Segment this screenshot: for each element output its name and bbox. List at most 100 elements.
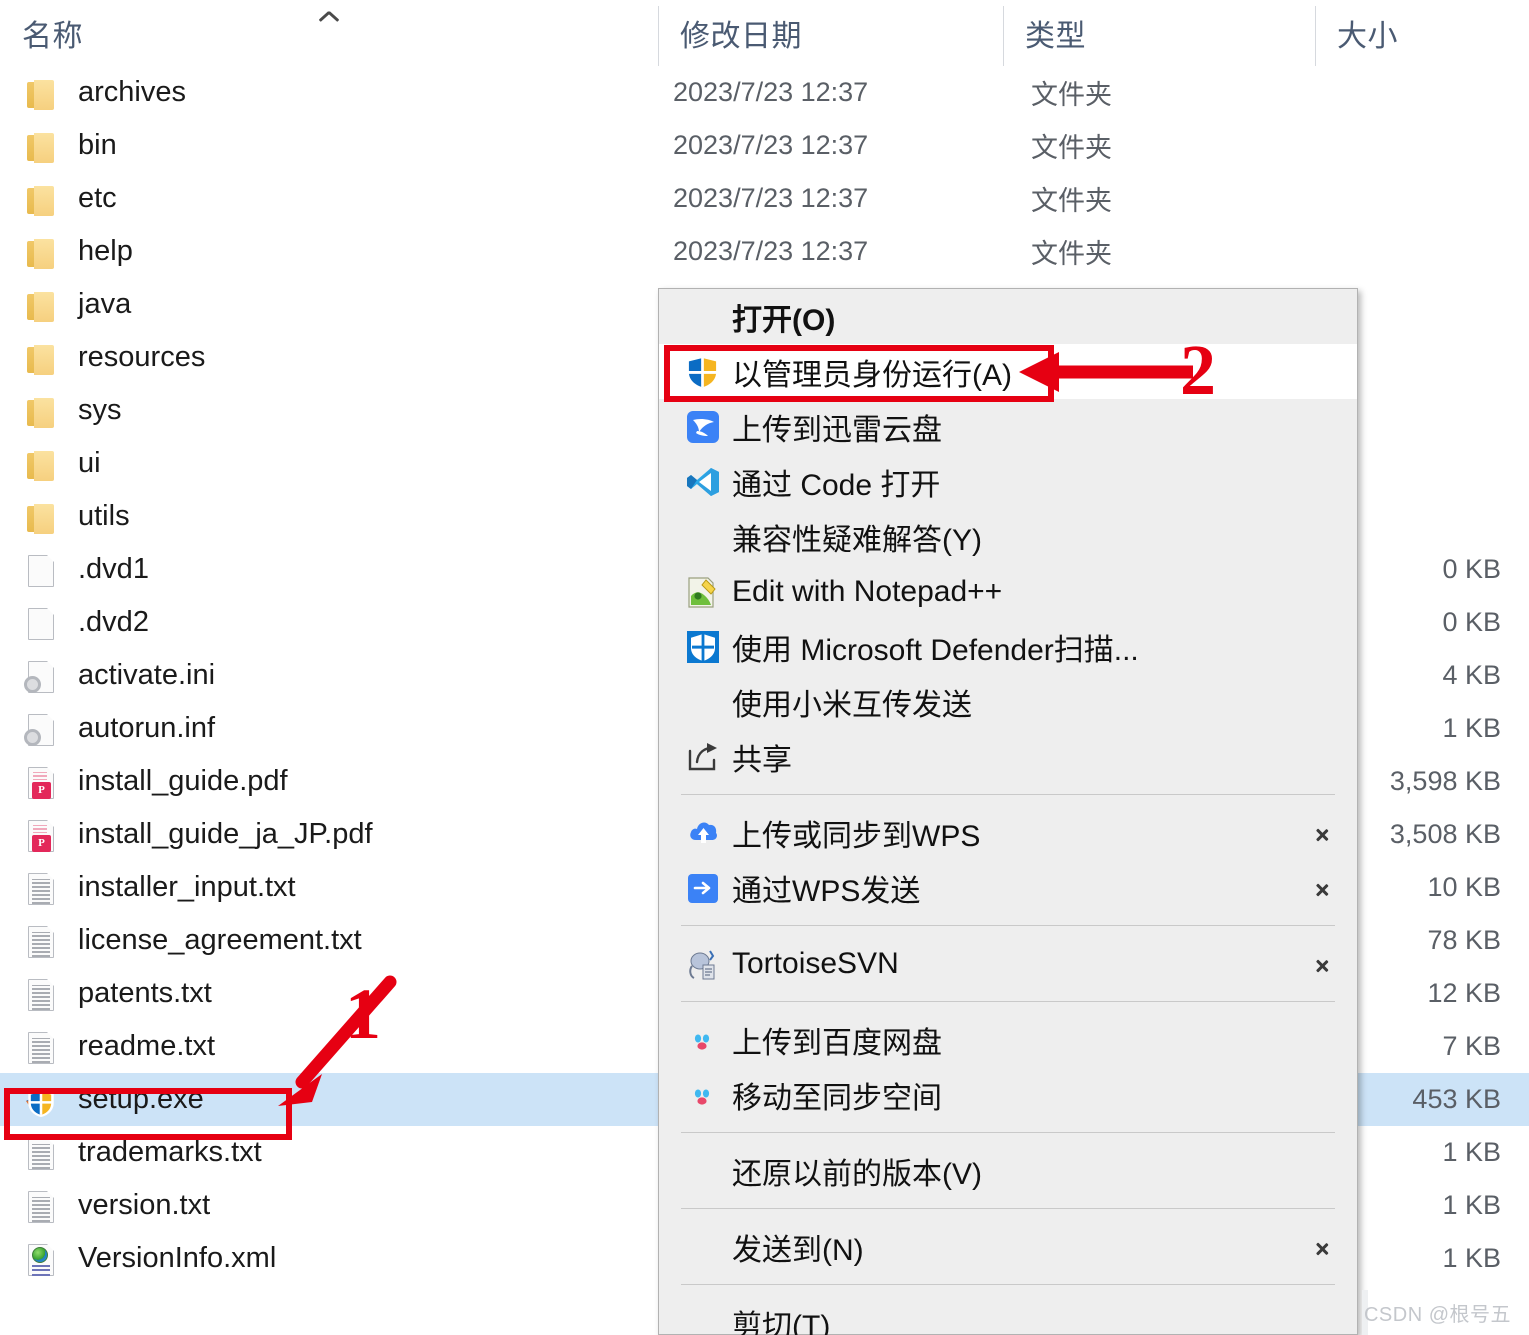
xml-file-icon (24, 1240, 58, 1278)
menu-item[interactable]: 通过 Code 打开 (659, 454, 1357, 509)
menu-item[interactable]: 还原以前的版本(V) (659, 1143, 1357, 1198)
file-name-cell[interactable]: bin (0, 119, 658, 172)
file-name-label: version.txt (78, 1189, 211, 1221)
file-name-cell[interactable]: Pinstall_guide.pdf (0, 755, 658, 808)
file-name-cell[interactable]: resources (0, 331, 658, 384)
menu-item-label: 使用 Microsoft Defender扫描... (732, 633, 1139, 667)
menu-item[interactable]: 发送到(N) (659, 1219, 1357, 1274)
file-date-cell: 2023/7/23 12:37 (673, 236, 869, 266)
menu-item[interactable]: 使用 Microsoft Defender扫描... (659, 619, 1357, 674)
file-name-cell[interactable]: patents.txt (0, 967, 658, 1020)
folder-icon (24, 392, 58, 430)
file-row[interactable]: help 2023/7/23 12:37 文件夹 (0, 225, 1529, 278)
file-name-label: patents.txt (78, 977, 212, 1009)
menu-item-label: 共享 (732, 743, 792, 777)
blank-file-icon (24, 551, 58, 589)
file-row[interactable]: archives 2023/7/23 12:37 文件夹 (0, 66, 1529, 119)
file-name-label: activate.ini (78, 659, 216, 691)
file-name-label: VersionInfo.xml (78, 1242, 277, 1274)
menu-item-label: Edit with Notepad++ (732, 574, 1003, 608)
file-date-cell: 2023/7/23 12:37 (673, 183, 869, 213)
menu-item[interactable]: 上传到迅雷云盘 (659, 399, 1357, 454)
file-name-cell[interactable]: version.txt (0, 1179, 658, 1232)
pdf-file-icon: P (24, 816, 58, 854)
menu-item[interactable]: 以管理员身份运行(A) (659, 344, 1357, 399)
file-name-label: sys (78, 394, 122, 426)
file-name-label: .dvd1 (78, 553, 149, 585)
tortoisesvn-icon (684, 945, 722, 983)
menu-item[interactable]: Edit with Notepad++ (659, 564, 1357, 619)
file-name-cell[interactable]: setup.exe (0, 1073, 658, 1126)
file-name-label: .dvd2 (78, 606, 149, 638)
column-header-name-label: 名称 (22, 20, 83, 53)
file-name-label: readme.txt (78, 1030, 215, 1062)
file-name-cell[interactable]: ui (0, 437, 658, 490)
text-file-icon (24, 1028, 58, 1066)
folder-icon (24, 339, 58, 377)
menu-item[interactable]: 移动至同步空间 (659, 1067, 1357, 1122)
menu-item[interactable]: 通过WPS发送 (659, 860, 1357, 915)
file-name-label: help (78, 235, 133, 267)
menu-item-label: 移动至同步空间 (732, 1081, 942, 1115)
file-name-cell[interactable]: etc (0, 172, 658, 225)
text-file-icon (24, 869, 58, 907)
uac-shield-icon (684, 353, 722, 391)
file-name-cell[interactable]: readme.txt (0, 1020, 658, 1073)
menu-item-label: 剪切(T) (732, 1309, 831, 1335)
column-header-date[interactable]: 修改日期 (658, 0, 1003, 66)
share-icon (684, 738, 722, 776)
file-name-cell[interactable]: java (0, 278, 658, 331)
menu-item[interactable]: 上传到百度网盘 (659, 1012, 1357, 1067)
menu-item[interactable]: 使用小米互传发送 (659, 674, 1357, 729)
menu-item[interactable]: 打开(O) (659, 289, 1357, 344)
file-name-cell[interactable]: autorun.inf (0, 702, 658, 755)
file-name-cell[interactable]: installer_input.txt (0, 861, 658, 914)
menu-item-label: 以管理员身份运行(A) (732, 358, 1012, 392)
sort-ascending-icon[interactable] (318, 6, 344, 22)
menu-item-label: 通过WPS发送 (732, 874, 921, 908)
menu-item[interactable]: 上传或同步到WPS (659, 805, 1357, 860)
file-name-cell[interactable]: activate.ini (0, 649, 658, 702)
baidu-icon (684, 1021, 722, 1059)
column-header-type[interactable]: 类型 (1003, 0, 1315, 66)
file-name-cell[interactable]: .dvd2 (0, 596, 658, 649)
menu-separator (681, 1284, 1335, 1285)
folder-icon (24, 180, 58, 218)
menu-separator (681, 1001, 1335, 1002)
menu-item[interactable]: 共享 (659, 729, 1357, 784)
menu-item[interactable]: 兼容性疑难解答(Y) (659, 509, 1357, 564)
menu-item-label: 通过 Code 打开 (732, 468, 941, 502)
vscode-icon (684, 463, 722, 501)
menu-item-label: 还原以前的版本(V) (732, 1157, 982, 1191)
menu-item[interactable]: TortoiseSVN (659, 936, 1357, 991)
file-name-cell[interactable]: license_agreement.txt (0, 914, 658, 967)
file-size-cell (1315, 172, 1529, 225)
file-name-label: trademarks.txt (78, 1136, 262, 1168)
file-name-cell[interactable]: archives (0, 66, 658, 119)
folder-icon (24, 445, 58, 483)
text-file-icon (24, 922, 58, 960)
file-type-cell: 文件夹 (1031, 80, 1112, 110)
file-name-cell[interactable]: help (0, 225, 658, 278)
file-explorer-window: 名称 修改日期 类型 大小 archives 2023/7/23 12:37 文件夹… (0, 0, 1529, 1335)
file-name-label: ui (78, 447, 101, 479)
file-name-cell[interactable]: trademarks.txt (0, 1126, 658, 1179)
file-name-cell[interactable]: .dvd1 (0, 543, 658, 596)
menu-item-label: 打开(O) (732, 303, 836, 337)
file-name-cell[interactable]: utils (0, 490, 658, 543)
file-row[interactable]: etc 2023/7/23 12:37 文件夹 (0, 172, 1529, 225)
file-name-cell[interactable]: sys (0, 384, 658, 437)
menu-item[interactable]: 剪切(T) (659, 1295, 1357, 1335)
file-row[interactable]: bin 2023/7/23 12:37 文件夹 (0, 119, 1529, 172)
column-header-size[interactable]: 大小 (1315, 0, 1529, 66)
chevron-right-icon (1313, 1238, 1331, 1256)
watermark: CSDN @根号五 (1363, 1304, 1511, 1326)
chevron-right-icon (1313, 824, 1331, 842)
blank-file-icon (24, 604, 58, 642)
file-name-cell[interactable]: VersionInfo.xml (0, 1232, 658, 1285)
file-name-cell[interactable]: Pinstall_guide_ja_JP.pdf (0, 808, 658, 861)
file-size-cell (1315, 119, 1529, 172)
folder-icon (24, 286, 58, 324)
menu-item-label: 发送到(N) (732, 1233, 864, 1267)
file-date-cell: 2023/7/23 12:37 (673, 77, 869, 107)
